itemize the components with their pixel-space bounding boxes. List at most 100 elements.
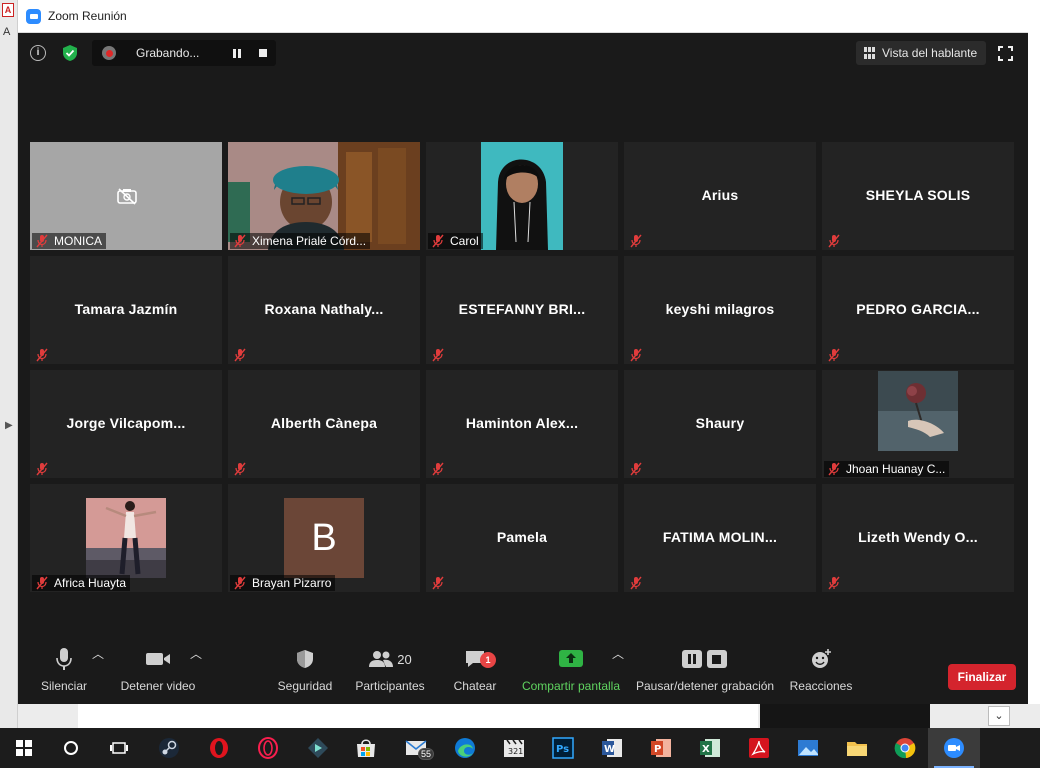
speaker-view-button[interactable]: Vista del hablante xyxy=(856,41,986,65)
participant-name: FATIMA MOLIN... xyxy=(662,529,778,545)
participant-tile[interactable]: Africa Huayta xyxy=(30,484,222,592)
participant-label xyxy=(824,347,850,363)
participant-label xyxy=(230,461,256,477)
share-options-caret-icon[interactable]: ︿ xyxy=(612,645,624,662)
participant-tile[interactable]: Jorge Vilcapom... xyxy=(30,370,222,478)
pause-stop-recording-button[interactable]: Pausar/detener grabación xyxy=(636,645,774,693)
muted-microphone-icon xyxy=(630,348,642,362)
participant-tile[interactable]: Tamara Jazmín xyxy=(30,256,222,364)
microphone-icon xyxy=(56,648,72,670)
participant-label-text: Jhoan Huanay C... xyxy=(846,462,946,476)
participant-tile[interactable]: Carol xyxy=(426,142,618,250)
info-icon[interactable]: i xyxy=(30,45,46,61)
participant-label xyxy=(230,347,256,363)
filmora-icon[interactable] xyxy=(305,736,331,760)
acrobat-icon[interactable] xyxy=(746,736,772,760)
muted-microphone-icon xyxy=(432,576,444,590)
participant-tile[interactable]: Arius xyxy=(624,142,816,250)
participant-name: Tamara Jazmín xyxy=(74,301,178,317)
zoom-meeting-window: Zoom Reunión i Grabando... Vista del hab… xyxy=(18,0,1028,704)
video-options-caret-icon[interactable]: ︿ xyxy=(190,645,202,662)
participant-name: Alberth Cànepa xyxy=(270,415,378,431)
participant-label-text: MONICA xyxy=(54,234,102,248)
clapper-icon[interactable]: 321 xyxy=(501,736,527,760)
participant-tile[interactable]: Haminton Alex... xyxy=(426,370,618,478)
end-meeting-button[interactable]: Finalizar xyxy=(948,664,1016,690)
svg-text:Ps: Ps xyxy=(556,744,569,755)
cortana-icon[interactable] xyxy=(58,736,84,760)
participant-gallery: MONICA Ximena Prialé Córd... Carol Arius SHE… xyxy=(30,142,1016,594)
recording-indicator: Grabando... xyxy=(92,40,276,66)
pause-recording-button[interactable] xyxy=(230,46,244,60)
participants-button[interactable]: 20 Participantes xyxy=(354,645,426,693)
expand-arrow-icon[interactable]: ▶ xyxy=(5,420,13,431)
participant-label: Carol xyxy=(428,233,483,249)
zoom-taskbar-icon[interactable] xyxy=(941,736,967,760)
pause-stop-recording-label: Pausar/detener grabación xyxy=(636,679,775,693)
chat-button[interactable]: 1 Chatear xyxy=(450,645,500,693)
participant-tile[interactable]: Alberth Cànepa xyxy=(228,370,420,478)
svg-text:321: 321 xyxy=(508,747,523,756)
mute-label: Silenciar xyxy=(40,679,88,693)
task-view-icon[interactable] xyxy=(106,736,132,760)
opera-icon[interactable] xyxy=(206,736,232,760)
participant-tile[interactable]: SHEYLA SOLIS xyxy=(822,142,1014,250)
audio-options-caret-icon[interactable]: ︿ xyxy=(92,645,104,662)
participant-tile[interactable]: Roxana Nathaly... xyxy=(228,256,420,364)
security-button[interactable]: Seguridad xyxy=(276,645,334,693)
participant-label: MONICA xyxy=(32,233,106,249)
excel-icon[interactable]: X xyxy=(697,736,723,760)
participant-tile[interactable]: FATIMA MOLIN... xyxy=(624,484,816,592)
participant-tile[interactable]: ESTEFANNY BRI... xyxy=(426,256,618,364)
participant-tile[interactable]: Ximena Prialé Córd... xyxy=(228,142,420,250)
participant-name: Pamela xyxy=(496,529,548,545)
participant-tile[interactable]: MONICA xyxy=(30,142,222,250)
participant-label-text: Carol xyxy=(450,234,479,248)
window-title: Zoom Reunión xyxy=(48,9,127,23)
steam-icon[interactable] xyxy=(156,736,182,760)
participant-tile[interactable]: Lizeth Wendy O... xyxy=(822,484,1014,592)
participant-label xyxy=(428,575,454,591)
mute-button[interactable]: Silenciar xyxy=(36,645,92,693)
file-explorer-icon[interactable] xyxy=(844,736,870,760)
participant-profile-photo xyxy=(878,371,958,451)
muted-microphone-icon xyxy=(234,462,246,476)
opera-gx-icon[interactable] xyxy=(255,736,281,760)
mail-icon[interactable]: 55 xyxy=(403,736,435,760)
participant-tile[interactable]: Shaury xyxy=(624,370,816,478)
windows-start-icon[interactable] xyxy=(11,736,37,760)
participant-label: Ximena Prialé Córd... xyxy=(230,233,371,249)
windows-taskbar: 55 321 Ps W P X xyxy=(0,728,1040,768)
participant-tile[interactable]: PEDRO GARCIA... xyxy=(822,256,1014,364)
muted-microphone-icon xyxy=(234,576,246,590)
chevron-down-icon[interactable]: ⌄ xyxy=(988,706,1010,726)
encryption-shield-icon[interactable] xyxy=(62,44,78,62)
stop-recording-button[interactable] xyxy=(256,46,270,60)
participants-label: Participantes xyxy=(355,679,425,693)
security-shield-icon xyxy=(297,650,313,668)
photos-icon[interactable] xyxy=(795,736,821,760)
chrome-icon[interactable] xyxy=(892,736,918,760)
stop-video-button[interactable]: Detener video xyxy=(118,645,198,693)
muted-microphone-icon xyxy=(432,348,444,362)
muted-microphone-icon xyxy=(828,234,840,248)
share-screen-button[interactable]: Compartir pantalla xyxy=(521,645,621,693)
word-icon[interactable]: W xyxy=(599,736,625,760)
edge-icon[interactable] xyxy=(452,736,478,760)
svg-text:X: X xyxy=(702,744,710,755)
participant-tile[interactable]: Jhoan Huanay C... xyxy=(822,370,1014,478)
participant-tile[interactable]: keyshi milagros xyxy=(624,256,816,364)
participant-label: Brayan Pizarro xyxy=(230,575,336,591)
participant-tile[interactable]: Pamela xyxy=(426,484,618,592)
photoshop-icon[interactable]: Ps xyxy=(550,736,576,760)
fullscreen-icon[interactable] xyxy=(998,46,1013,61)
participant-label xyxy=(626,347,652,363)
powerpoint-icon[interactable]: P xyxy=(648,736,674,760)
meeting-controls: Silenciar ︿ Detener video ︿ Seguridad 20… xyxy=(18,645,1028,704)
reactions-button[interactable]: Reacciones xyxy=(788,645,854,693)
store-icon[interactable] xyxy=(353,736,379,760)
participant-label xyxy=(626,461,652,477)
muted-microphone-icon xyxy=(630,462,642,476)
participant-tile[interactable]: B Brayan Pizarro xyxy=(228,484,420,592)
participant-label xyxy=(428,347,454,363)
